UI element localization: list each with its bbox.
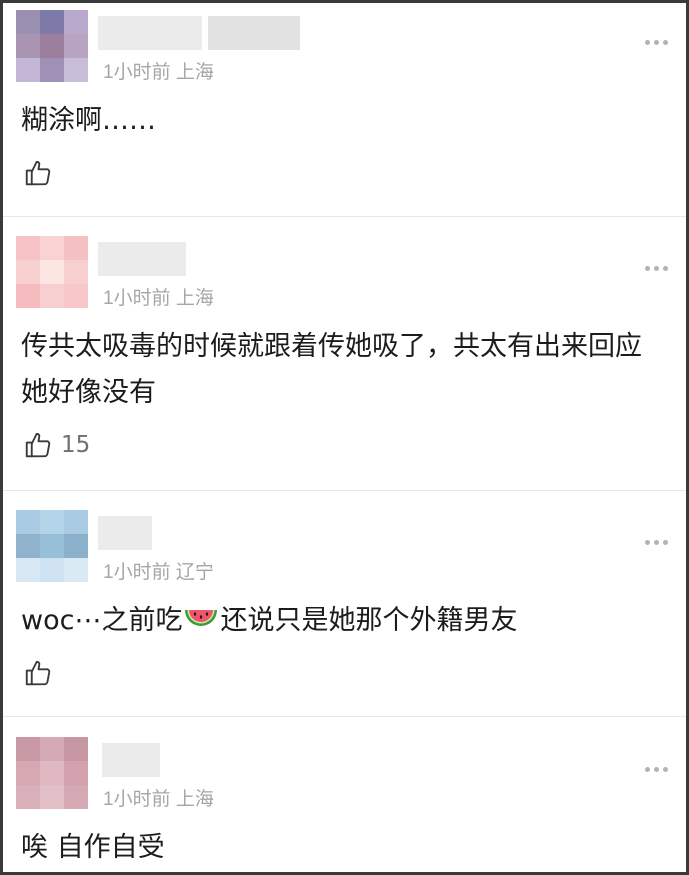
comment-time: 1小时前 bbox=[103, 288, 171, 309]
username-blurred[interactable] bbox=[98, 516, 152, 550]
comment-text: 唉 自作自受 bbox=[21, 832, 165, 863]
avatar-pixel bbox=[16, 761, 40, 785]
comment-meta: 1小时前 上海 bbox=[103, 57, 214, 84]
avatar-pixel bbox=[64, 558, 88, 582]
avatar-pixel bbox=[64, 284, 88, 308]
divider bbox=[3, 716, 686, 717]
avatar-pixel bbox=[16, 534, 40, 558]
like-button[interactable] bbox=[23, 158, 53, 188]
like-button[interactable] bbox=[23, 658, 53, 688]
avatar-pixel bbox=[40, 284, 64, 308]
more-dots-icon[interactable] bbox=[645, 767, 668, 772]
avatar-pixel bbox=[64, 737, 88, 761]
divider bbox=[3, 216, 686, 217]
comment-list: 1小时前 上海 糊涂啊…… 1小时前 上海 传共太吸毒的时候就跟着传她吸了，共太… bbox=[0, 0, 689, 875]
avatar-pixel bbox=[40, 510, 64, 534]
divider bbox=[3, 490, 686, 491]
avatar-pixel bbox=[16, 58, 40, 82]
avatar-pixel bbox=[16, 737, 40, 761]
avatar-pixel bbox=[16, 34, 40, 58]
comment-location: 上海 bbox=[175, 789, 214, 810]
comment-text: woc⋯之前吃 还说只是她那个外籍男友 bbox=[21, 598, 661, 644]
username-blurred[interactable] bbox=[102, 743, 160, 777]
comment-text: 糊涂啊…… bbox=[21, 105, 156, 136]
comment-location: 上海 bbox=[175, 288, 214, 309]
comment-meta: 1小时前 辽宁 bbox=[103, 557, 214, 584]
avatar-pixel bbox=[40, 10, 64, 34]
comment-text-part: 还说只是她那个外籍男友 bbox=[220, 605, 518, 636]
thumbs-up-outline-icon bbox=[25, 660, 51, 686]
avatar-pixel bbox=[40, 236, 64, 260]
avatar[interactable] bbox=[16, 510, 88, 582]
avatar[interactable] bbox=[16, 737, 88, 809]
avatar-pixel bbox=[40, 58, 64, 82]
avatar-pixel bbox=[64, 510, 88, 534]
comment-time: 1小时前 bbox=[103, 562, 171, 583]
comment-meta: 1小时前 上海 bbox=[103, 784, 214, 811]
more-dots-icon[interactable] bbox=[645, 266, 668, 271]
avatar-pixel bbox=[40, 761, 64, 785]
username-blurred[interactable] bbox=[208, 16, 300, 50]
thumbs-up-outline-icon bbox=[25, 160, 51, 186]
avatar-pixel bbox=[16, 236, 40, 260]
like-count: 15 bbox=[61, 432, 91, 458]
avatar-pixel bbox=[16, 260, 40, 284]
avatar[interactable] bbox=[16, 236, 88, 308]
avatar-pixel bbox=[64, 785, 88, 809]
avatar-pixel bbox=[64, 10, 88, 34]
avatar-pixel bbox=[64, 58, 88, 82]
comment-location: 辽宁 bbox=[175, 562, 214, 583]
avatar-pixel bbox=[16, 785, 40, 809]
more-dots-icon[interactable] bbox=[645, 540, 668, 545]
username-blurred[interactable] bbox=[98, 242, 186, 276]
avatar[interactable] bbox=[16, 10, 88, 82]
avatar-pixel bbox=[64, 260, 88, 284]
avatar-pixel bbox=[16, 510, 40, 534]
watermelon-emoji bbox=[185, 610, 218, 626]
thumbs-up-outline-icon bbox=[25, 432, 51, 458]
username-blurred[interactable] bbox=[98, 16, 202, 50]
avatar-pixel bbox=[40, 785, 64, 809]
avatar-pixel bbox=[64, 236, 88, 260]
avatar-pixel bbox=[40, 558, 64, 582]
comment-text: 传共太吸毒的时候就跟着传她吸了，共太有出来回应她好像没有 bbox=[21, 331, 642, 408]
avatar-pixel bbox=[40, 534, 64, 558]
avatar-pixel bbox=[64, 534, 88, 558]
avatar-pixel bbox=[64, 34, 88, 58]
avatar-pixel bbox=[16, 558, 40, 582]
comment-text-part: woc⋯之前吃 bbox=[21, 605, 183, 636]
avatar-pixel bbox=[16, 10, 40, 34]
avatar-pixel bbox=[40, 34, 64, 58]
avatar-pixel bbox=[64, 761, 88, 785]
avatar-pixel bbox=[40, 737, 64, 761]
more-dots-icon[interactable] bbox=[645, 40, 668, 45]
comment-time: 1小时前 bbox=[103, 62, 171, 83]
comment-time: 1小时前 bbox=[103, 789, 171, 810]
avatar-pixel bbox=[16, 284, 40, 308]
comment-meta: 1小时前 上海 bbox=[103, 283, 214, 310]
comment-location: 上海 bbox=[175, 62, 214, 83]
avatar-pixel bbox=[40, 260, 64, 284]
like-button[interactable]: 15 bbox=[23, 430, 90, 460]
